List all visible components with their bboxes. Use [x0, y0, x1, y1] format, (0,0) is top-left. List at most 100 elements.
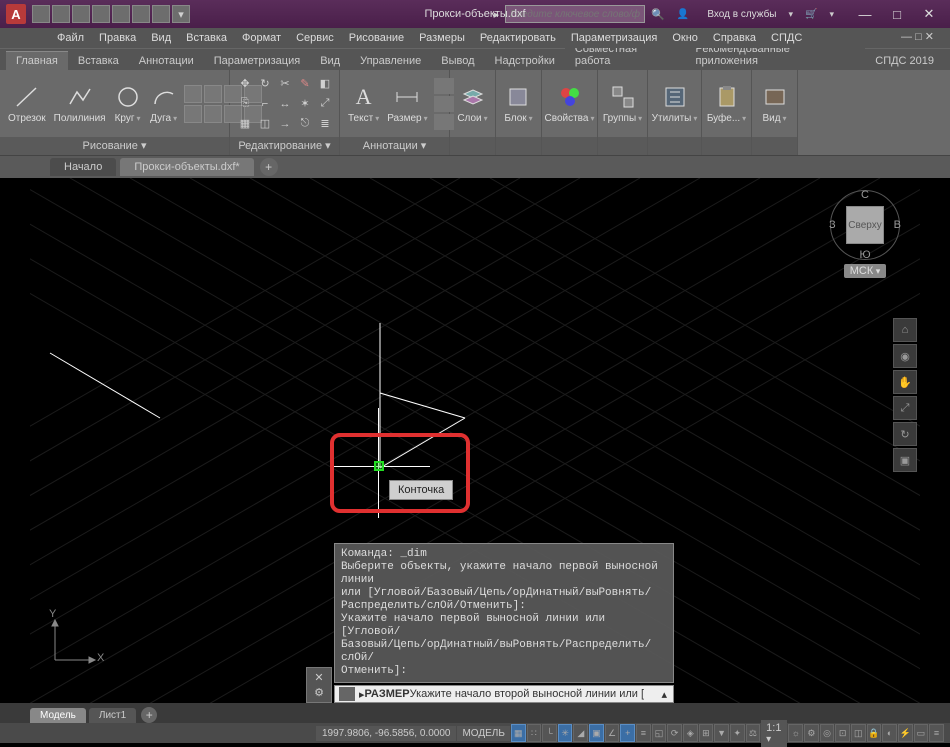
tool-fillet-icon[interactable]: ⌐ [256, 95, 274, 113]
tab-addins[interactable]: Надстройки [485, 52, 565, 70]
doctab-current[interactable]: Прокси-объекты.dxf* [120, 158, 253, 176]
help-dropdown-icon[interactable]: ▾ [829, 9, 834, 20]
menu-file[interactable]: Файл [50, 30, 91, 46]
menu-window[interactable]: Окно [665, 30, 705, 46]
tool-erase-icon[interactable]: ✎ [296, 75, 314, 93]
status-gizmo-icon[interactable]: ✦ [730, 724, 745, 742]
app-logo-icon[interactable]: A [6, 4, 26, 24]
tool-stretch-icon[interactable]: ↔ [276, 95, 294, 113]
signin-dropdown-icon[interactable]: ▾ [788, 9, 793, 20]
tool-join-icon[interactable]: ≣ [316, 115, 334, 133]
layout-tab-sheet1[interactable]: Лист1 [89, 708, 136, 723]
tool-extend-icon[interactable]: → [276, 115, 294, 133]
status-model-button[interactable]: МОДЕЛЬ [457, 726, 509, 741]
qat-plot-icon[interactable] [112, 5, 130, 23]
tool-scale-icon[interactable]: ⤢ [316, 95, 334, 113]
tab-insert[interactable]: Вставка [68, 52, 129, 70]
nav-pan-icon[interactable]: ✋ [893, 370, 917, 394]
menu-dimension[interactable]: Размеры [412, 30, 472, 46]
tool-layers[interactable]: Слои [455, 81, 489, 126]
tool-point-icon[interactable] [204, 105, 222, 123]
commandline-expand-icon[interactable]: ▴ [661, 688, 667, 701]
viewcube-face[interactable]: Сверху [846, 206, 884, 244]
qat-open-icon[interactable] [52, 5, 70, 23]
tool-break-icon[interactable]: ⎋ [296, 115, 314, 133]
search-icon[interactable]: 🔍 [651, 8, 665, 21]
nav-showmotion-icon[interactable]: ▣ [893, 448, 917, 472]
appstore-icon[interactable]: 🛒 [799, 7, 823, 22]
status-iso-icon[interactable]: ◢ [573, 724, 588, 742]
status-annovisibility-icon[interactable]: ☼ [788, 724, 803, 742]
tool-polyline[interactable]: Полилиния [52, 81, 108, 126]
infocenter-search-input[interactable] [505, 5, 645, 23]
signin-icon[interactable]: 👤 [671, 7, 695, 22]
panel-expand-icon[interactable]: ▾ [421, 137, 427, 155]
compass-east[interactable]: В [894, 219, 901, 231]
qat-redo-icon[interactable] [152, 5, 170, 23]
tool-properties[interactable]: Свойства [543, 81, 597, 126]
compass-south[interactable]: Ю [859, 249, 870, 261]
menu-view[interactable]: Вид [144, 30, 178, 46]
tool-utilities[interactable]: Утилиты [650, 81, 700, 126]
command-line-input[interactable]: ▸ РАЗМЕР Укажите начало второй выносной … [334, 685, 674, 703]
menu-modify[interactable]: Редактировать [473, 30, 563, 46]
tool-move-icon[interactable]: ✥ [236, 75, 254, 93]
menu-format[interactable]: Формат [235, 30, 288, 46]
menu-draw[interactable]: Рисование [342, 30, 411, 46]
status-3dosnap-icon[interactable]: ◈ [683, 724, 698, 742]
tool-block[interactable]: Блок [502, 81, 534, 126]
menu-help[interactable]: Справка [706, 30, 763, 46]
status-dyn-icon[interactable]: + [620, 724, 635, 742]
command-history[interactable]: Команда: _dim Выберите объекты, укажите … [334, 543, 674, 683]
panel-modify-title[interactable]: Редактирование [238, 137, 322, 155]
qat-more-icon[interactable]: ▾ [172, 5, 190, 23]
status-grid-icon[interactable]: ▦ [511, 724, 526, 742]
tool-clipboard[interactable]: Буфе... [705, 81, 748, 126]
status-lwt-icon[interactable]: ≡ [636, 724, 651, 742]
viewcube-compass[interactable]: С Ю В З Сверху [830, 190, 900, 260]
status-quickprops-icon[interactable]: ◫ [851, 724, 866, 742]
doctab-add-button[interactable]: + [260, 158, 278, 176]
drawing-canvas[interactable]: Конточка X Y С Ю В З Сверху МСК ▾ ⌂ ◉ ✋ … [30, 178, 920, 703]
status-cleanscreen-icon[interactable]: ▭ [914, 724, 929, 742]
tab-output[interactable]: Вывод [431, 52, 484, 70]
status-isolate-icon[interactable]: ◐ [882, 724, 897, 742]
menu-tools[interactable]: Сервис [289, 30, 341, 46]
qat-save-icon[interactable] [72, 5, 90, 23]
viewcube[interactable]: С Ю В З Сверху МСК ▾ [825, 190, 905, 280]
status-snap-icon[interactable]: ∷ [527, 724, 542, 742]
status-customize-icon[interactable]: ≡ [929, 724, 944, 742]
tool-arc[interactable]: Дуга [148, 81, 180, 126]
nav-wheel-icon[interactable]: ◉ [893, 344, 917, 368]
qat-undo-icon[interactable] [132, 5, 150, 23]
tool-offset-icon[interactable]: ◫ [256, 115, 274, 133]
tool-rectangle-icon[interactable] [184, 85, 202, 103]
status-units-icon[interactable]: ⊡ [835, 724, 850, 742]
tab-manage[interactable]: Управление [350, 52, 431, 70]
status-annoscale-icon[interactable]: ⚖ [746, 724, 761, 742]
nav-zoom-extents-icon[interactable]: ⤢ [893, 396, 917, 420]
qat-new-icon[interactable] [32, 5, 50, 23]
commandline-customize-button[interactable]: ✕⚙ [306, 667, 332, 703]
status-cycling-icon[interactable]: ⟳ [667, 724, 682, 742]
tab-home[interactable]: Главная [6, 51, 68, 70]
tool-copy-icon[interactable]: ⎘ [236, 95, 254, 113]
nav-orbit-icon[interactable]: ↻ [893, 422, 917, 446]
tool-trim-icon[interactable]: ✂ [276, 75, 294, 93]
tab-parametric[interactable]: Параметризация [204, 52, 310, 70]
tool-xline-icon[interactable] [184, 105, 202, 123]
compass-north[interactable]: С [861, 189, 869, 201]
layout-tab-add-button[interactable]: + [141, 707, 157, 723]
minimize-button[interactable]: — [850, 4, 880, 24]
status-ortho-icon[interactable]: └ [542, 724, 557, 742]
status-transparency-icon[interactable]: ◱ [652, 724, 667, 742]
tab-view[interactable]: Вид [310, 52, 350, 70]
tab-spds2019[interactable]: СПДС 2019 [865, 52, 944, 70]
tab-annotate[interactable]: Аннотации [129, 52, 204, 70]
close-button[interactable]: ✕ [914, 4, 944, 24]
menu-edit[interactable]: Правка [92, 30, 143, 46]
panel-expand-icon[interactable]: ▾ [141, 137, 147, 155]
status-workspace-icon[interactable]: ⚙ [804, 724, 819, 742]
status-otrack-icon[interactable]: ∠ [605, 724, 620, 742]
layout-tab-model[interactable]: Модель [30, 708, 86, 723]
